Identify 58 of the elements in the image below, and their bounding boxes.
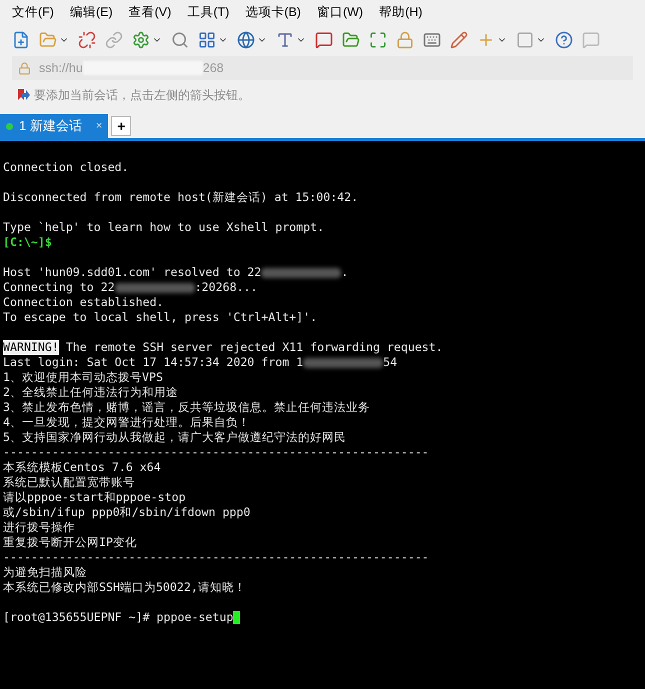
terminal-text: [root@135655UEPNF ~]# pppoe-setup bbox=[3, 610, 234, 625]
terminal-text: 本系统已修改内部SSH端口为50022,请知晓！ bbox=[3, 580, 246, 595]
tab-label: 1 新建会话 bbox=[19, 117, 82, 136]
new-tab-button[interactable]: + bbox=[111, 116, 132, 136]
terminal-text: Connecting to 22 bbox=[3, 280, 115, 295]
terminal-text: 2、全线禁止任何违法行为和用途 bbox=[3, 385, 178, 400]
terminal-text: Connection closed. bbox=[3, 160, 129, 175]
address-text: 268 bbox=[202, 60, 224, 77]
new-file-icon[interactable] bbox=[12, 31, 30, 49]
terminal-text: 54 bbox=[383, 355, 398, 370]
lock-icon bbox=[18, 62, 31, 74]
fullscreen-icon[interactable] bbox=[369, 31, 387, 49]
prompt-text: [C:\~]$ bbox=[3, 235, 52, 250]
terminal-text: 为避免扫描风险 bbox=[3, 565, 87, 580]
terminal-text: Last login: Sat Oct 17 14:57:34 2020 from 1 bbox=[3, 355, 304, 370]
terminal-text: 本系统模板Centos 7.6 x64 bbox=[3, 460, 161, 475]
menu-item[interactable]: 文件(F) bbox=[12, 3, 54, 22]
terminal-text: To escape to local shell, press 'Ctrl+Alt+]'. bbox=[3, 310, 318, 325]
terminal-text: . bbox=[341, 265, 348, 280]
font-icon[interactable] bbox=[276, 31, 294, 49]
terminal-text: 重复拨号断开公网IP变化 bbox=[3, 535, 137, 550]
menu-item[interactable]: 编辑(E) bbox=[70, 3, 113, 22]
terminal-text: 5、支持国家净网行动从我做起，请广大客户做遵纪守法的好网民 bbox=[3, 430, 346, 445]
terminal-text: ------------------------------------------------------------- bbox=[3, 445, 429, 460]
terminal-text: Disconnected from remote host(新建会话) at 15:00:42. bbox=[3, 190, 358, 205]
grid-icon[interactable] bbox=[198, 31, 216, 49]
terminal[interactable] bbox=[0, 141, 645, 689]
chat-icon[interactable] bbox=[315, 31, 333, 49]
help-icon[interactable] bbox=[555, 31, 573, 49]
terminal-text: 请以pppoe-start和pppoe-stop bbox=[3, 490, 186, 505]
terminal-text: 1、欢迎使用本司动态拨号VPS bbox=[3, 370, 163, 385]
pencil-icon[interactable] bbox=[450, 31, 468, 49]
keyboard-icon[interactable] bbox=[423, 31, 441, 49]
session-tab[interactable]: 1 新建会话 × bbox=[0, 114, 108, 138]
terminal-text: 4、一旦发现，提交网警进行处理。后果自负！ bbox=[3, 415, 250, 430]
address-text: ssh://hu bbox=[39, 60, 83, 77]
warning-label: WARNING! bbox=[3, 340, 59, 355]
terminal-text: The remote SSH server rejected X11 forwarding request. bbox=[64, 340, 443, 355]
menu-item[interactable]: 帮助(H) bbox=[379, 3, 422, 22]
terminal-text: Type `help' to learn how to use Xshell prompt. bbox=[3, 220, 324, 235]
bookmark-arrow-icon bbox=[16, 88, 30, 102]
terminal-text: 系统已默认配置宽带账号 bbox=[3, 475, 135, 490]
search-icon[interactable] bbox=[171, 31, 189, 49]
menu-item[interactable]: 窗口(W) bbox=[316, 3, 364, 22]
terminal-text: 3、禁止发布色情，赌博，谣言，反共等垃圾信息。禁止任何违法业务 bbox=[3, 400, 370, 415]
broken-link-icon[interactable] bbox=[78, 31, 96, 49]
terminal-text: Connection established. bbox=[3, 295, 164, 310]
menu-item[interactable]: 工具(T) bbox=[187, 3, 230, 22]
menu-item[interactable]: 选项卡(B) bbox=[245, 3, 301, 22]
terminal-text: 或/sbin/ifup ppp0和/sbin/ifdown ppp0 bbox=[3, 505, 250, 520]
menu-item[interactable]: 查看(V) bbox=[128, 3, 172, 22]
terminal-text: 进行拨号操作 bbox=[3, 520, 75, 535]
globe-icon[interactable] bbox=[237, 31, 255, 49]
terminal-text: Host 'hun09.sdd01.com' resolved to 22 bbox=[3, 265, 262, 280]
hint-text: 要添加当前会话，点击左侧的箭头按钮。 bbox=[34, 87, 250, 104]
terminal-text: :20268... bbox=[194, 280, 258, 295]
cursor bbox=[233, 611, 240, 624]
terminal-text: ------------------------------------------------------------- bbox=[3, 550, 429, 565]
